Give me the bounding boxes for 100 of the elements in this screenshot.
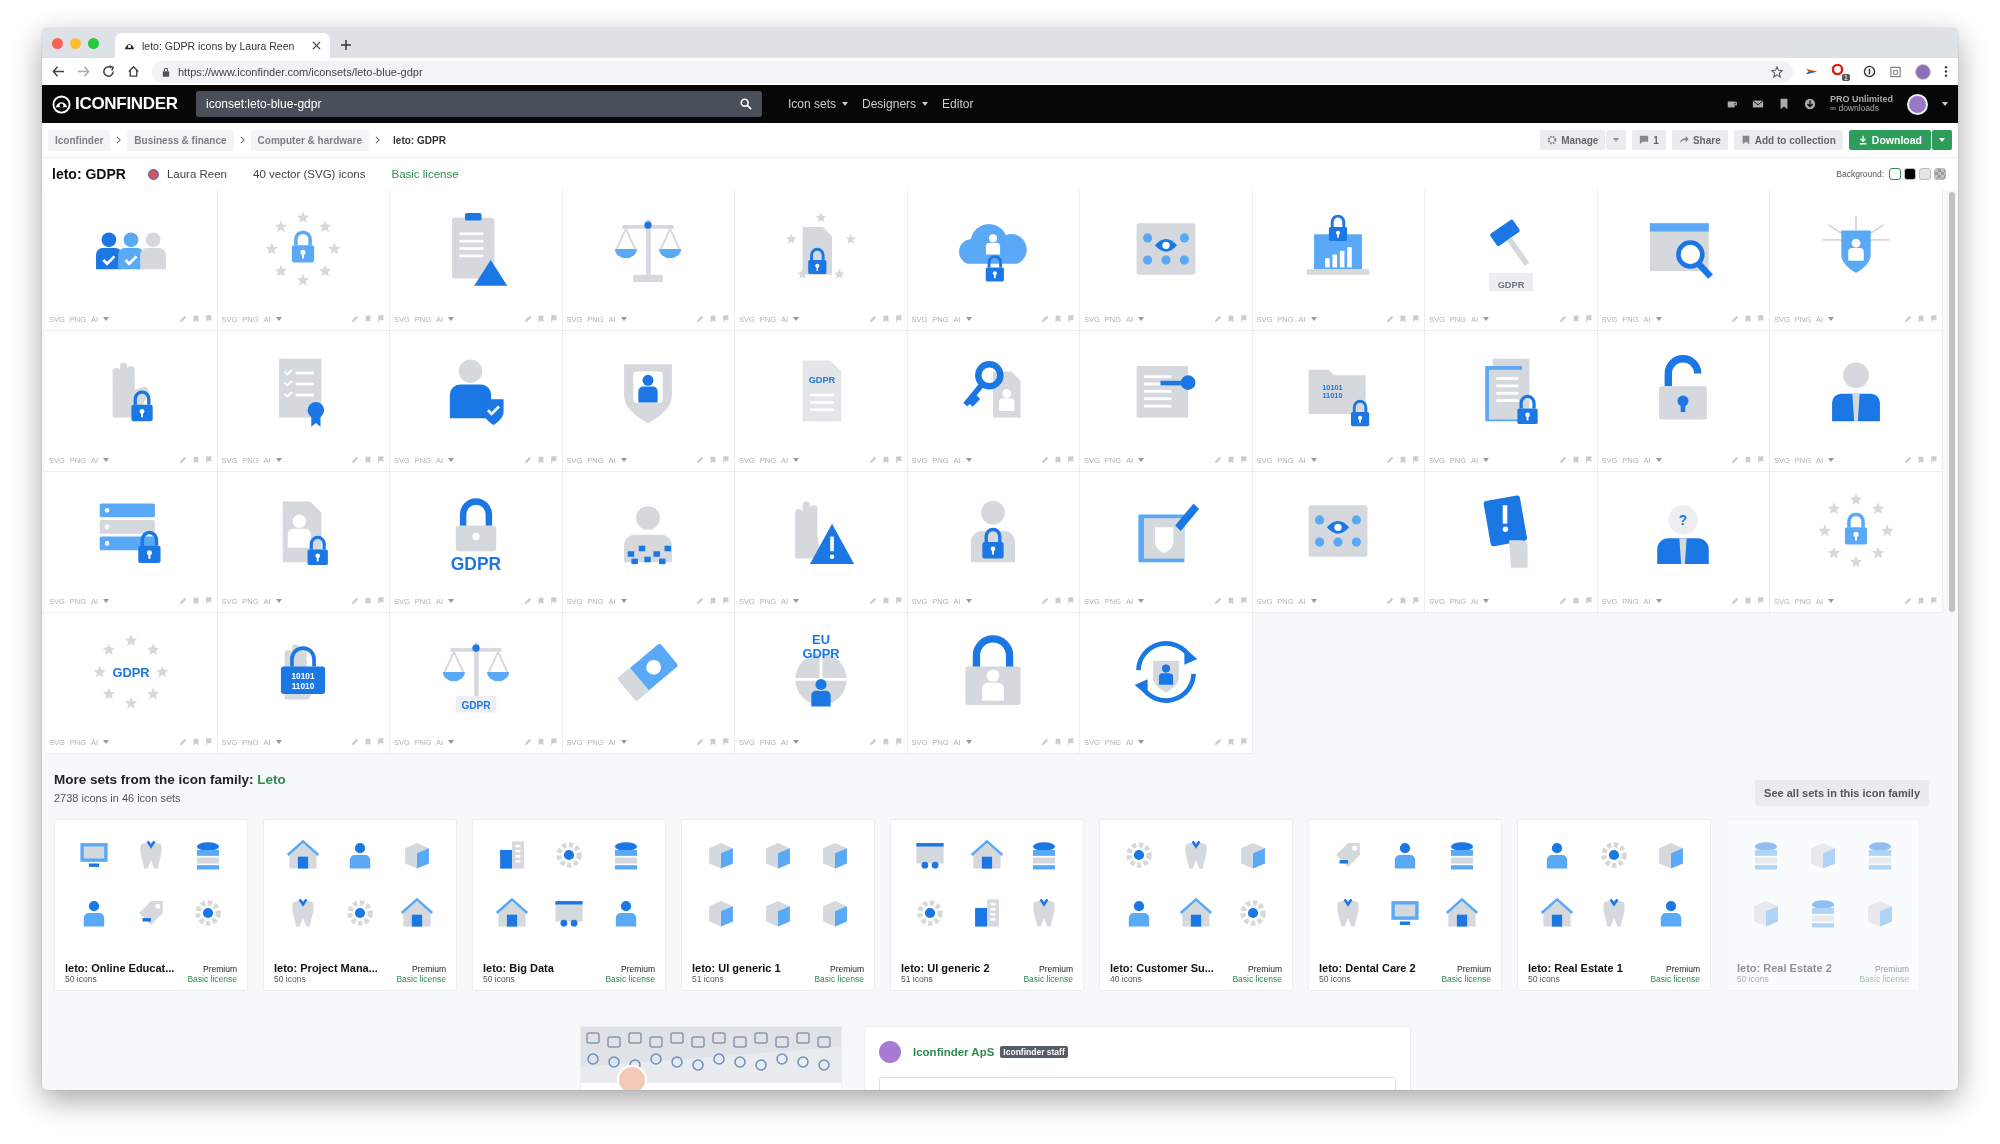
- zoom-light[interactable]: [88, 37, 99, 49]
- browser-search-icon[interactable]: [1650, 223, 1714, 279]
- flag-icon[interactable]: [1412, 315, 1420, 323]
- flag-icon[interactable]: [894, 738, 903, 746]
- open-padlock-icon[interactable]: [1659, 355, 1708, 420]
- flag-icon[interactable]: [1067, 456, 1075, 464]
- flag-icon[interactable]: [1929, 315, 1938, 323]
- pencil-icon[interactable]: [1213, 597, 1222, 605]
- flag-icon[interactable]: [1239, 597, 1248, 605]
- pencil-shield-icon[interactable]: [1138, 503, 1199, 563]
- flag-icon[interactable]: [1067, 315, 1075, 323]
- pencil-icon[interactable]: [523, 597, 532, 605]
- search-field[interactable]: iconset:leto-blue-gdpr: [196, 91, 762, 117]
- iconset-card[interactable]: leto: Customer Su... Premium 40 icons Basic license: [1099, 819, 1293, 991]
- mail-icon[interactable]: [1752, 98, 1764, 110]
- nav-menu-item[interactable]: Editor: [942, 97, 974, 111]
- pencil-icon[interactable]: [1386, 315, 1394, 323]
- flag-icon[interactable]: [549, 315, 558, 323]
- pencil-icon[interactable]: [178, 315, 187, 323]
- share-button[interactable]: Share: [1671, 130, 1728, 150]
- calendar-icon[interactable]: [1889, 65, 1902, 78]
- card-hand-icon[interactable]: [1482, 495, 1528, 568]
- nav-menu-item[interactable]: Icon sets: [788, 97, 849, 111]
- flag-icon[interactable]: [722, 597, 730, 605]
- shield-person-icon[interactable]: [624, 364, 673, 424]
- close-light[interactable]: [52, 37, 63, 49]
- padlock-person-icon[interactable]: [965, 635, 1021, 706]
- home-icon[interactable]: [127, 65, 140, 78]
- document-key-icon[interactable]: [1136, 366, 1196, 418]
- reload-icon[interactable]: [102, 65, 115, 78]
- document-lock-icon[interactable]: [785, 212, 856, 279]
- pencil-icon[interactable]: [1213, 456, 1222, 464]
- board-eye-icon[interactable]: [1136, 223, 1196, 275]
- document-icon[interactable]: [802, 360, 841, 422]
- padlock-stars-icon[interactable]: [1818, 493, 1894, 568]
- pencil-icon[interactable]: [1041, 315, 1049, 323]
- author-link[interactable]: Laura Reen: [166, 168, 227, 180]
- flag-icon[interactable]: [722, 738, 730, 746]
- browser-tab[interactable]: leto: GDPR icons by Laura Reen: [115, 33, 330, 58]
- person-icon[interactable]: [624, 506, 673, 565]
- checklist-badge-icon[interactable]: [279, 358, 325, 427]
- pencil-icon[interactable]: [178, 597, 187, 605]
- pencil-icon[interactable]: [1041, 456, 1049, 464]
- pencil-icon[interactable]: [868, 738, 877, 746]
- breadcrumb-link[interactable]: leto: GDPR: [386, 129, 453, 151]
- pencil-icon[interactable]: [523, 456, 532, 464]
- dropdown-button[interactable]: [1606, 130, 1627, 150]
- hand-lock-icon[interactable]: [112, 362, 153, 422]
- document-person-icon[interactable]: [283, 501, 329, 566]
- background-swatch[interactable]: [1904, 168, 1916, 180]
- gavel-icon[interactable]: [1488, 218, 1533, 292]
- pencil-icon[interactable]: [1558, 597, 1567, 605]
- flag-icon[interactable]: [1584, 597, 1593, 605]
- flag-icon[interactable]: [549, 597, 558, 605]
- pencil-icon[interactable]: [1213, 315, 1222, 323]
- flag-icon[interactable]: [204, 315, 213, 323]
- server-lock-icon[interactable]: [99, 503, 161, 563]
- nav-menu-item[interactable]: Designers: [862, 97, 929, 111]
- cup-icon[interactable]: [1726, 98, 1738, 110]
- people-icon[interactable]: [95, 232, 166, 270]
- minimize-light[interactable]: [70, 37, 81, 49]
- flag-icon[interactable]: [1067, 597, 1075, 605]
- flag-icon[interactable]: [1239, 315, 1248, 323]
- flag-icon[interactable]: [1929, 456, 1938, 464]
- pencil-icon[interactable]: [1213, 738, 1222, 746]
- pencil-icon[interactable]: [351, 315, 359, 323]
- scales-icon[interactable]: [442, 642, 509, 713]
- comment-author[interactable]: Iconfinder ApS: [913, 1046, 995, 1058]
- pencil-icon[interactable]: [178, 456, 187, 464]
- pencil-icon[interactable]: [1903, 597, 1912, 605]
- iconset-card[interactable]: leto: Project Mana... Premium 50 icons Basic license: [263, 819, 457, 991]
- star-icon[interactable]: [1771, 65, 1783, 78]
- download-button[interactable]: Download: [1848, 130, 1931, 150]
- flag-icon[interactable]: [894, 597, 903, 605]
- caret-icon[interactable]: [1942, 102, 1948, 106]
- flag-icon[interactable]: [1067, 738, 1075, 746]
- pencil-icon[interactable]: [1903, 456, 1912, 464]
- iconset-card[interactable]: leto: Real Estate 1 Premium 50 icons Basic license: [1517, 819, 1711, 991]
- key-person-icon[interactable]: [962, 361, 1021, 418]
- person-icon[interactable]: [1831, 362, 1880, 422]
- breadcrumb-link[interactable]: Computer & hardware: [250, 129, 370, 151]
- forward-icon[interactable]: [77, 65, 90, 78]
- clipboard-warning-icon[interactable]: [451, 213, 508, 286]
- iconset-card[interactable]: leto: UI generic 2 Premium 51 icons Basic license: [890, 819, 1084, 991]
- padlock-icon[interactable]: [455, 498, 496, 552]
- flag-icon[interactable]: [1757, 597, 1765, 605]
- dropdown-button[interactable]: [1932, 130, 1952, 150]
- more-icon[interactable]: [1944, 65, 1948, 78]
- iconset-card[interactable]: leto: Real Estate 2 Premium 50 icons Basic license: [1726, 819, 1920, 991]
- pencil-icon[interactable]: [1731, 456, 1739, 464]
- flag-icon[interactable]: [722, 456, 730, 464]
- flag-icon[interactable]: [1584, 456, 1593, 464]
- pencil-icon[interactable]: [868, 456, 877, 464]
- comments-button[interactable]: 1: [1632, 130, 1666, 150]
- flag-icon[interactable]: [894, 315, 903, 323]
- bookmark-icon[interactable]: [1778, 98, 1790, 110]
- iconset-card[interactable]: leto: Online Educat... Premium 50 icons Basic license: [54, 819, 248, 991]
- pencil-icon[interactable]: [1903, 315, 1912, 323]
- flag-icon[interactable]: [1412, 597, 1420, 605]
- background-swatch[interactable]: [1919, 168, 1931, 180]
